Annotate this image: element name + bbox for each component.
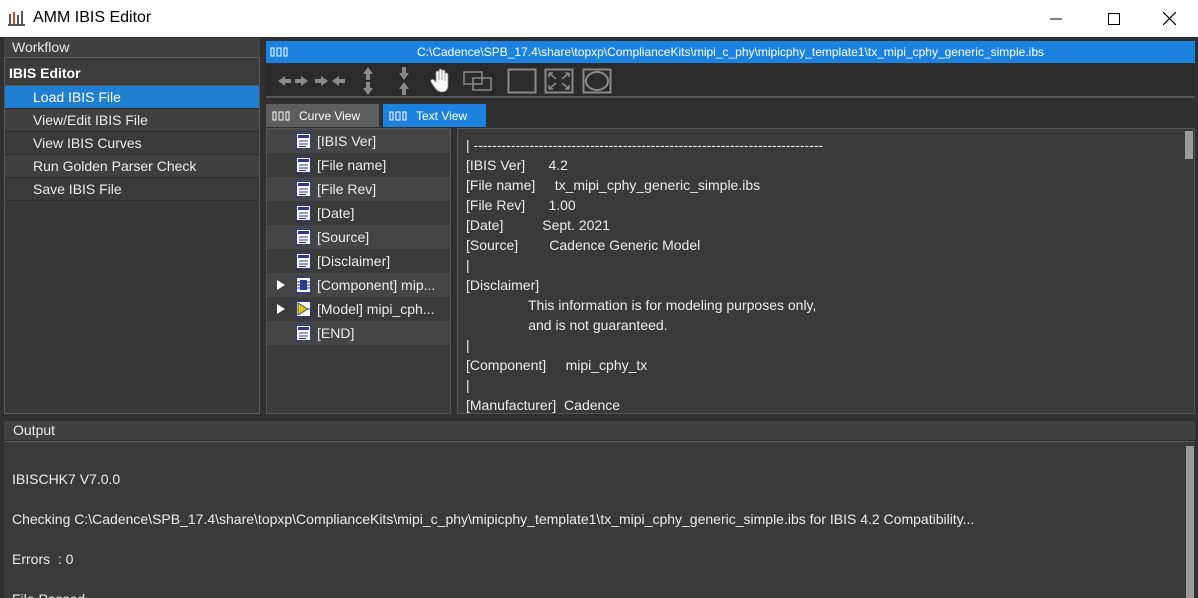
tree-item[interactable]: [END] xyxy=(267,321,450,345)
file-window-titlebar: C:\Cadence\SPB_17.4\share\topxp\Complian… xyxy=(266,41,1195,63)
view-toolbar xyxy=(266,64,1195,98)
zoom-box-icon xyxy=(463,71,492,91)
tree-item-label: [File Rev] xyxy=(317,181,377,197)
tree-item[interactable]: [File name] xyxy=(267,153,450,177)
app-icon xyxy=(8,11,25,26)
output-header: Output xyxy=(4,421,1195,440)
text-line: [Date] Sept. 2021 xyxy=(466,217,610,233)
workflow-header: Workflow xyxy=(4,38,260,57)
zoom-box-button[interactable] xyxy=(462,67,494,95)
tab-curve-view[interactable]: Curve View xyxy=(266,104,379,127)
expand-arrow-icon[interactable] xyxy=(277,280,285,290)
window-titlebar: AMM IBIS Editor xyxy=(0,0,1198,37)
pan-horizontal-button[interactable] xyxy=(278,67,308,95)
text-line: [Source] Cadence Generic Model xyxy=(466,237,701,253)
workflow-item-view-ibis-curves[interactable]: View IBIS Curves xyxy=(5,132,259,155)
output-scrollbar[interactable] xyxy=(1186,446,1194,598)
tree-item-label: [END] xyxy=(317,325,355,341)
expand-arrow-icon[interactable] xyxy=(277,304,285,314)
file-window-icon xyxy=(270,47,288,57)
text-line: [File Rev] 1.00 xyxy=(466,197,576,213)
fit-button[interactable] xyxy=(506,67,538,95)
minimize-icon xyxy=(1050,18,1062,19)
pan-horizontal-icon xyxy=(278,76,308,86)
workflow-panel: IBIS Editor Load IBIS File View/Edit IBI… xyxy=(4,57,260,414)
pan-vertical-button[interactable] xyxy=(358,67,378,95)
text-line: [Manufacturer] Cadence xyxy=(466,397,621,413)
output-line: Checking C:\Cadence\SPB_17.4\share\topxp… xyxy=(12,511,975,527)
close-icon xyxy=(1162,12,1176,25)
reset-view-icon xyxy=(582,68,612,94)
zoom-vertical-button[interactable] xyxy=(394,67,414,95)
text-view-scrollbar[interactable] xyxy=(1185,131,1193,159)
text-line: [IBIS Ver] 4.2 xyxy=(466,157,568,173)
curve-view-icon xyxy=(272,111,290,121)
zoom-in-horizontal-icon xyxy=(315,76,345,86)
tab-curve-view-label: Curve View xyxy=(299,109,361,123)
text-line: [Component] mipi_cphy_tx xyxy=(466,357,648,373)
tree-item-label: [Model] mipi_cph... xyxy=(317,301,435,317)
workflow-item-load-ibis-file[interactable]: Load IBIS File xyxy=(5,86,259,109)
tree-item-label: [Component] mip... xyxy=(317,277,436,293)
tab-text-view-label: Text View xyxy=(416,109,468,123)
ibis-tree: [IBIS Ver] [File name] [File Rev] [Date] [So… xyxy=(266,128,451,414)
tree-item[interactable]: [Component] mip... xyxy=(267,273,450,297)
zoom-horizontal-button[interactable] xyxy=(314,67,346,95)
workflow-item-view-edit-ibis-file[interactable]: View/Edit IBIS File xyxy=(5,109,259,132)
zoom-in-vertical-icon xyxy=(399,67,409,95)
tree-item-label: [IBIS Ver] xyxy=(317,133,377,149)
tree-item-label: [File name] xyxy=(317,157,387,173)
tree-item-label: [Source] xyxy=(317,229,370,245)
document-icon xyxy=(296,229,311,245)
workflow-item-save-ibis-file[interactable]: Save IBIS File xyxy=(5,178,259,201)
text-line: | xyxy=(466,257,470,273)
tree-item[interactable]: [File Rev] xyxy=(267,177,450,201)
text-view-panel[interactable]: | --------------------------------------… xyxy=(457,128,1195,414)
zoom-extents-icon xyxy=(544,68,574,94)
pan-vertical-icon xyxy=(363,67,373,95)
tab-text-view[interactable]: Text View xyxy=(383,104,486,127)
text-line: and is not guaranteed. xyxy=(466,317,668,333)
document-icon xyxy=(296,133,311,149)
text-line: | --------------------------------------… xyxy=(466,137,824,153)
minimize-button[interactable] xyxy=(1027,0,1085,37)
text-line: [Disclaimer] xyxy=(466,277,540,293)
window-title: AMM IBIS Editor xyxy=(33,9,152,26)
tree-item[interactable]: [Date] xyxy=(267,201,450,225)
workflow-item-run-golden-parser-check[interactable]: Run Golden Parser Check xyxy=(5,155,259,178)
component-icon xyxy=(296,277,311,293)
model-icon xyxy=(296,301,311,317)
tree-item-label: [Date] xyxy=(317,205,355,221)
maximize-icon xyxy=(1108,12,1120,25)
document-icon xyxy=(296,253,311,269)
document-icon xyxy=(296,205,311,221)
document-icon xyxy=(296,181,311,197)
tree-item[interactable]: [IBIS Ver] xyxy=(267,129,450,153)
zoom-extents-button[interactable] xyxy=(543,67,575,95)
text-line: This information is for modeling purpose… xyxy=(466,297,817,313)
text-view-icon xyxy=(389,111,407,121)
hand-icon xyxy=(430,68,449,93)
fit-icon xyxy=(507,68,537,94)
output-panel[interactable]: IBISCHK7 V7.0.0 Checking C:\Cadence\SPB_1… xyxy=(4,441,1195,598)
reset-view-button[interactable] xyxy=(581,67,613,95)
maximize-button[interactable] xyxy=(1085,0,1143,37)
tree-item[interactable]: [Model] mipi_cph... xyxy=(267,297,450,321)
text-line: | xyxy=(466,337,470,353)
hand-tool-button[interactable] xyxy=(428,67,456,95)
output-line: IBISCHK7 V7.0.0 xyxy=(12,471,121,487)
tree-item[interactable]: [Disclaimer] xyxy=(267,249,450,273)
tree-item[interactable]: [Source] xyxy=(267,225,450,249)
ibis-editor-section-title: IBIS Editor xyxy=(5,58,259,86)
output-line: Errors : 0 xyxy=(12,551,74,567)
document-icon xyxy=(296,325,311,341)
tree-item-label: [Disclaimer] xyxy=(317,253,391,269)
output-line: File Passed xyxy=(12,591,85,598)
document-icon xyxy=(296,157,311,173)
close-button[interactable] xyxy=(1140,0,1198,37)
file-path: C:\Cadence\SPB_17.4\share\topxp\Complian… xyxy=(417,45,1044,59)
text-line: [File name] tx_mipi_cphy_generic_simple.… xyxy=(466,177,761,193)
text-line: | xyxy=(466,377,470,393)
